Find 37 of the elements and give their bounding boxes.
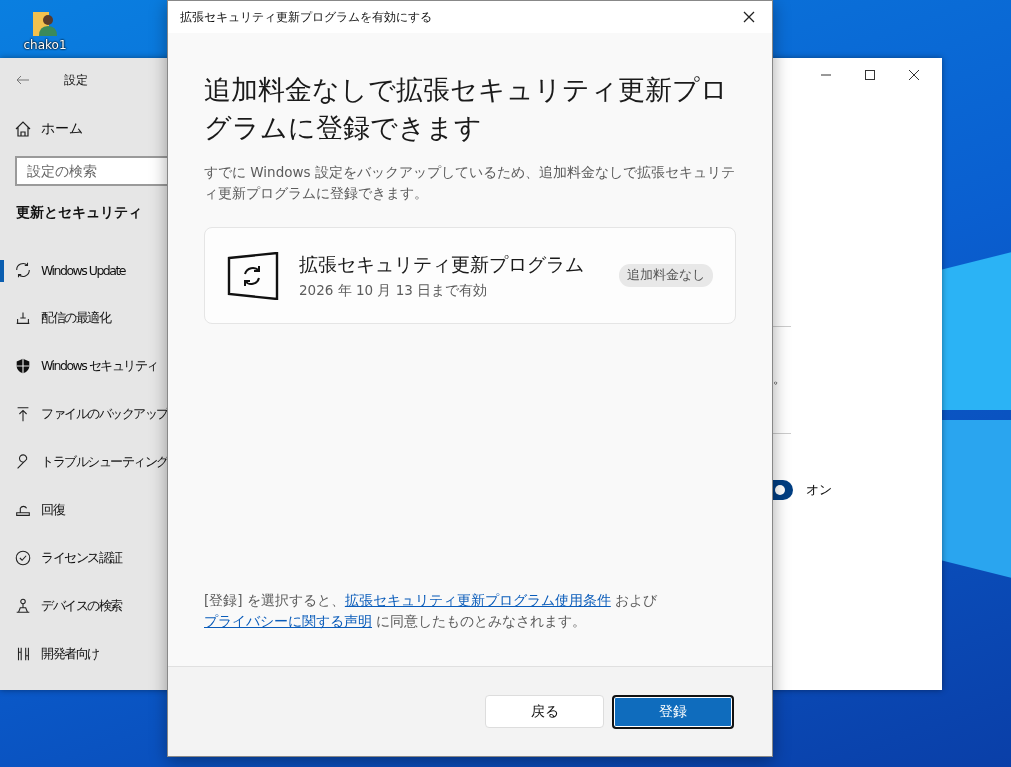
sidebar-item-icon	[14, 357, 32, 375]
maximize-icon[interactable]	[864, 69, 876, 81]
dialog-heading: 追加料金なしで拡張セキュリティ更新プログラムに登録できます	[204, 73, 729, 145]
price-badge: 追加料金なし	[619, 264, 713, 287]
toggle-label: オン	[806, 481, 832, 499]
sidebar-item[interactable]: 配信の最適化	[0, 294, 167, 342]
sidebar-item-icon	[14, 549, 32, 567]
card-subtitle: 2026 年 10 月 13 日まで有効	[299, 281, 489, 300]
description-text: すでに Windows 設定をバックアップしているため、追加料金なしで拡張セキュリティ更新プログラムに登録できます。	[204, 163, 736, 203]
terms-link[interactable]: プライバシーに関する声明	[204, 613, 372, 629]
back-button[interactable]: 戻る	[485, 695, 604, 728]
sidebar-item[interactable]: デバイスの検索	[0, 582, 167, 630]
toggle-switch[interactable]	[773, 480, 793, 500]
sidebar-item[interactable]: 回復	[0, 486, 167, 534]
home-nav-item[interactable]: ホーム	[0, 105, 167, 153]
home-icon	[14, 120, 32, 138]
back-arrow-icon[interactable]	[16, 75, 30, 85]
text-fragment: 。	[773, 370, 787, 388]
sidebar-item-icon	[14, 597, 32, 615]
sidebar-item[interactable]: Windows セキュリティ	[0, 342, 167, 390]
sidebar-item[interactable]: Windows Update	[0, 246, 167, 294]
close-icon[interactable]	[742, 10, 756, 24]
terms-link[interactable]: 拡張セキュリティ更新プログラム使用条件	[344, 592, 611, 608]
card-title: 拡張セキュリティ更新プログラム	[299, 251, 585, 277]
sidebar-item[interactable]: ファイルのバックアップ	[0, 390, 167, 438]
sidebar-item-icon	[14, 261, 32, 279]
sidebar-item[interactable]: 開発者向け	[0, 630, 167, 678]
sidebar-item[interactable]: トラブルシューティング	[0, 438, 167, 486]
window-sync-icon	[227, 251, 279, 300]
section-heading: 更新とセキュリティ	[15, 203, 143, 222]
consent-text: [登録] を選択すると、拡張セキュリティ更新プログラム使用条件 および プライバシーに関する声明 に同意したものとみなされます。	[204, 591, 659, 631]
register-button[interactable]: 登録	[612, 694, 734, 729]
dialog-title: 拡張セキュリティ更新プログラムを有効にする	[180, 9, 432, 25]
window-title: 設定	[64, 71, 88, 89]
close-icon[interactable]	[908, 69, 920, 81]
sidebar-item[interactable]: ライセンス認証	[0, 534, 167, 582]
desktop-icon-label[interactable]: chako1	[23, 38, 67, 52]
